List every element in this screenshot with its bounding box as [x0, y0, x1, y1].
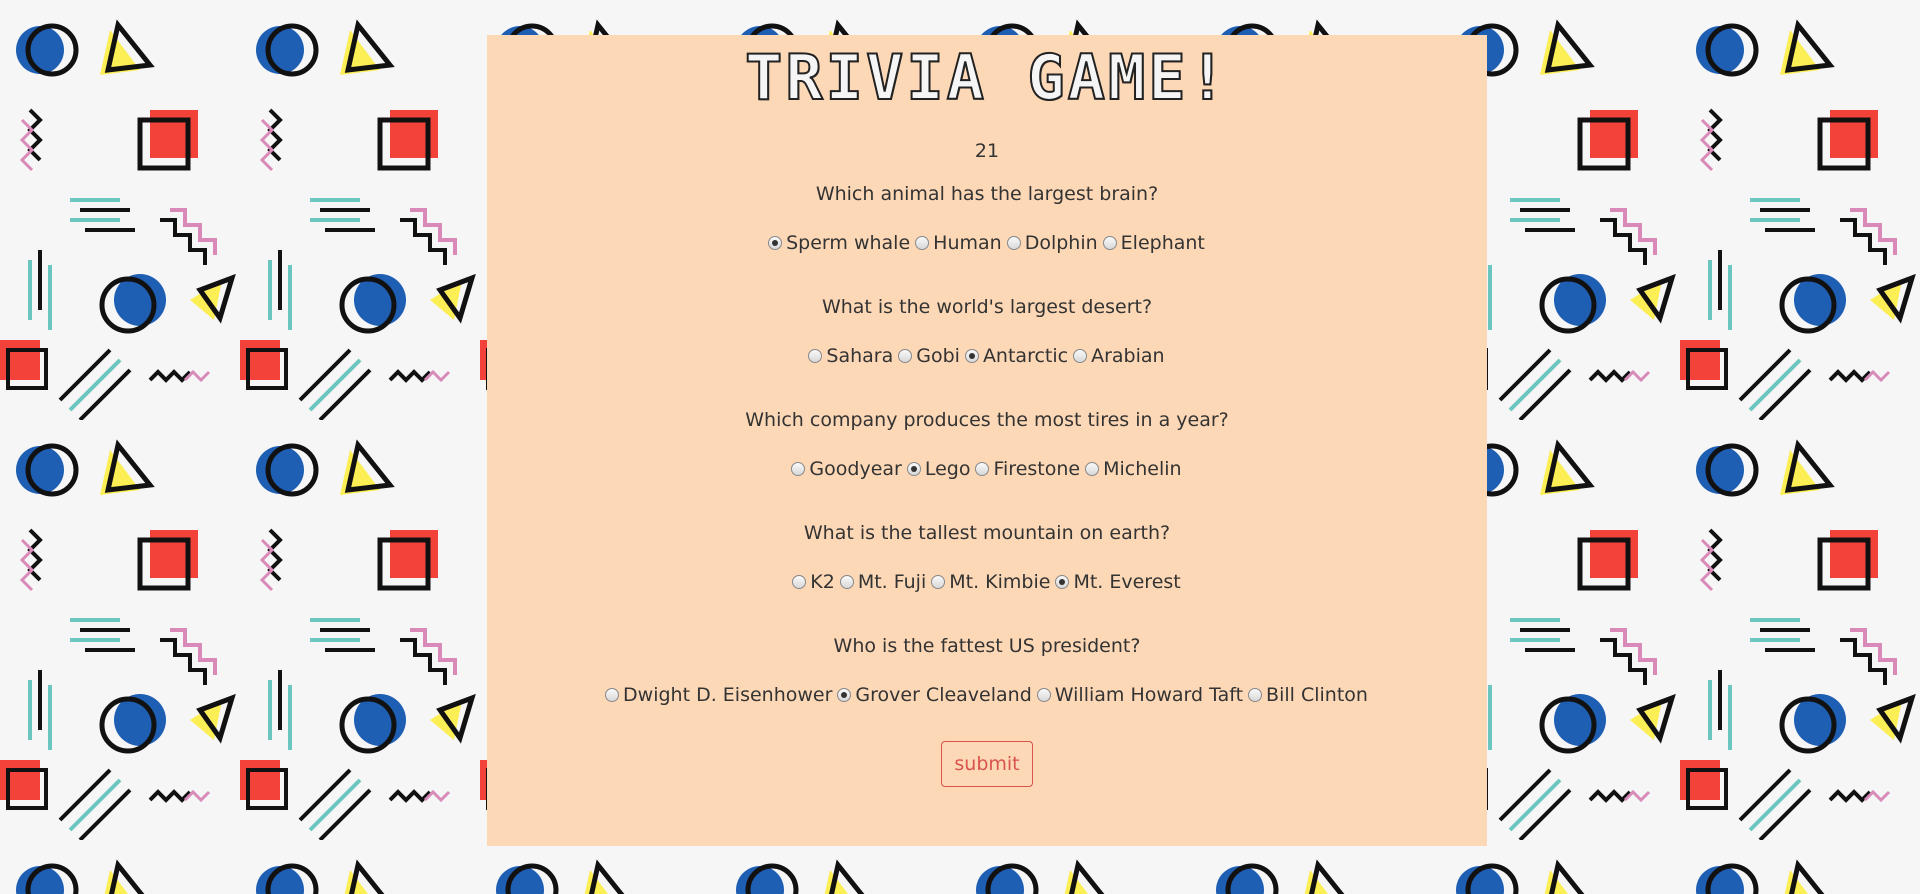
answer-option[interactable]: Michelin: [1083, 457, 1184, 481]
answer-label: Mt. Fuji: [857, 571, 927, 593]
question-text: What is the tallest mountain on earth?: [803, 522, 1171, 544]
answer-label: Arabian: [1091, 345, 1165, 367]
answer-label: Gobi: [916, 345, 960, 367]
question-text: Who is the fattest US president?: [833, 635, 1141, 657]
answer-option[interactable]: Gobi: [896, 344, 963, 368]
answer-option[interactable]: Dwight D. Eisenhower: [603, 683, 835, 707]
answer-label: Antarctic: [982, 345, 1069, 367]
page-title: TRIVIA GAME!: [744, 41, 1229, 114]
submit-button[interactable]: submit: [941, 741, 1033, 787]
question-block: What is the tallest mountain on earth? K2…: [487, 521, 1487, 594]
answer-group: K2 Mt. Fuji Mt. Kimbie Mt. Everest: [487, 570, 1487, 594]
answer-label: Firestone: [993, 458, 1081, 480]
answer-label: Elephant: [1120, 232, 1205, 254]
answer-radio[interactable]: [915, 236, 930, 250]
answer-option[interactable]: Sahara: [806, 344, 896, 368]
answer-label: Mt. Everest: [1073, 571, 1181, 593]
answer-label: Lego: [924, 458, 971, 480]
question-text: Which animal has the largest brain?: [815, 183, 1159, 205]
answer-radio[interactable]: [964, 349, 979, 363]
answer-option[interactable]: Mt. Everest: [1053, 570, 1183, 594]
answer-radio[interactable]: [768, 236, 783, 250]
answer-group: Dwight D. Eisenhower Grover Cleaveland Wil…: [487, 683, 1487, 707]
question-block: What is the world's largest desert? Sahar…: [487, 295, 1487, 368]
answer-radio[interactable]: [1006, 236, 1021, 250]
answer-label: Bill Clinton: [1266, 684, 1368, 706]
answer-option[interactable]: K2: [790, 570, 838, 594]
answer-option[interactable]: Goodyear: [789, 457, 904, 481]
answer-option[interactable]: Lego: [905, 457, 974, 481]
answer-label: Michelin: [1103, 458, 1182, 480]
answer-option[interactable]: William Howard Taft: [1035, 683, 1246, 707]
answer-radio[interactable]: [1055, 575, 1070, 589]
page: TRIVIA GAME! 21 Which animal has the lar…: [0, 0, 1920, 894]
answer-radio[interactable]: [837, 688, 852, 702]
answer-radio[interactable]: [792, 575, 807, 589]
answer-radio[interactable]: [898, 349, 913, 363]
answer-label: William Howard Taft: [1054, 684, 1244, 706]
answer-option[interactable]: Bill Clinton: [1246, 683, 1371, 707]
answer-label: K2: [810, 571, 835, 593]
answer-option[interactable]: Arabian: [1071, 344, 1167, 368]
answer-radio[interactable]: [605, 688, 620, 702]
question-list: Which animal has the largest brain? Sperm…: [487, 182, 1487, 707]
answer-label: Human: [933, 232, 1002, 254]
answer-option[interactable]: Mt. Fuji: [838, 570, 929, 594]
answer-radio[interactable]: [791, 462, 806, 476]
answer-label: Mt. Kimbie: [949, 571, 1051, 593]
countdown-timer: 21: [974, 140, 1000, 162]
answer-radio[interactable]: [808, 349, 823, 363]
answer-option[interactable]: Grover Cleaveland: [835, 683, 1034, 707]
question-block: Which company produces the most tires in…: [487, 408, 1487, 481]
answer-label: Dolphin: [1024, 232, 1098, 254]
question-text: What is the world's largest desert?: [821, 296, 1153, 318]
answer-radio[interactable]: [931, 575, 946, 589]
answer-radio[interactable]: [1248, 688, 1263, 702]
answer-radio[interactable]: [1085, 462, 1100, 476]
answer-group: Sperm whale Human Dolphin Elephant: [487, 231, 1487, 255]
answer-label: Sperm whale: [786, 232, 911, 254]
question-block: Which animal has the largest brain? Sperm…: [487, 182, 1487, 255]
answer-group: Sahara Gobi Antarctic Arabian: [487, 344, 1487, 368]
answer-radio[interactable]: [1102, 236, 1117, 250]
answer-label: Sahara: [826, 345, 894, 367]
trivia-panel: TRIVIA GAME! 21 Which animal has the lar…: [487, 35, 1487, 846]
answer-label: Dwight D. Eisenhower: [623, 684, 833, 706]
answer-option[interactable]: Sperm whale: [766, 231, 913, 255]
question-block: Who is the fattest US president? Dwight D…: [487, 634, 1487, 707]
answer-group: Goodyear Lego Firestone Michelin: [487, 457, 1487, 481]
answer-option[interactable]: Antarctic: [963, 344, 1071, 368]
answer-radio[interactable]: [839, 575, 854, 589]
answer-option[interactable]: Firestone: [973, 457, 1083, 481]
answer-option[interactable]: Human: [913, 231, 1005, 255]
answer-label: Grover Cleaveland: [855, 684, 1032, 706]
answer-radio[interactable]: [1036, 688, 1051, 702]
answer-option[interactable]: Elephant: [1101, 231, 1208, 255]
answer-option[interactable]: Dolphin: [1005, 231, 1101, 255]
answer-radio[interactable]: [975, 462, 990, 476]
answer-label: Goodyear: [809, 458, 902, 480]
answer-radio[interactable]: [1073, 349, 1088, 363]
answer-option[interactable]: Mt. Kimbie: [929, 570, 1053, 594]
question-text: Which company produces the most tires in…: [745, 409, 1229, 431]
answer-radio[interactable]: [906, 462, 921, 476]
